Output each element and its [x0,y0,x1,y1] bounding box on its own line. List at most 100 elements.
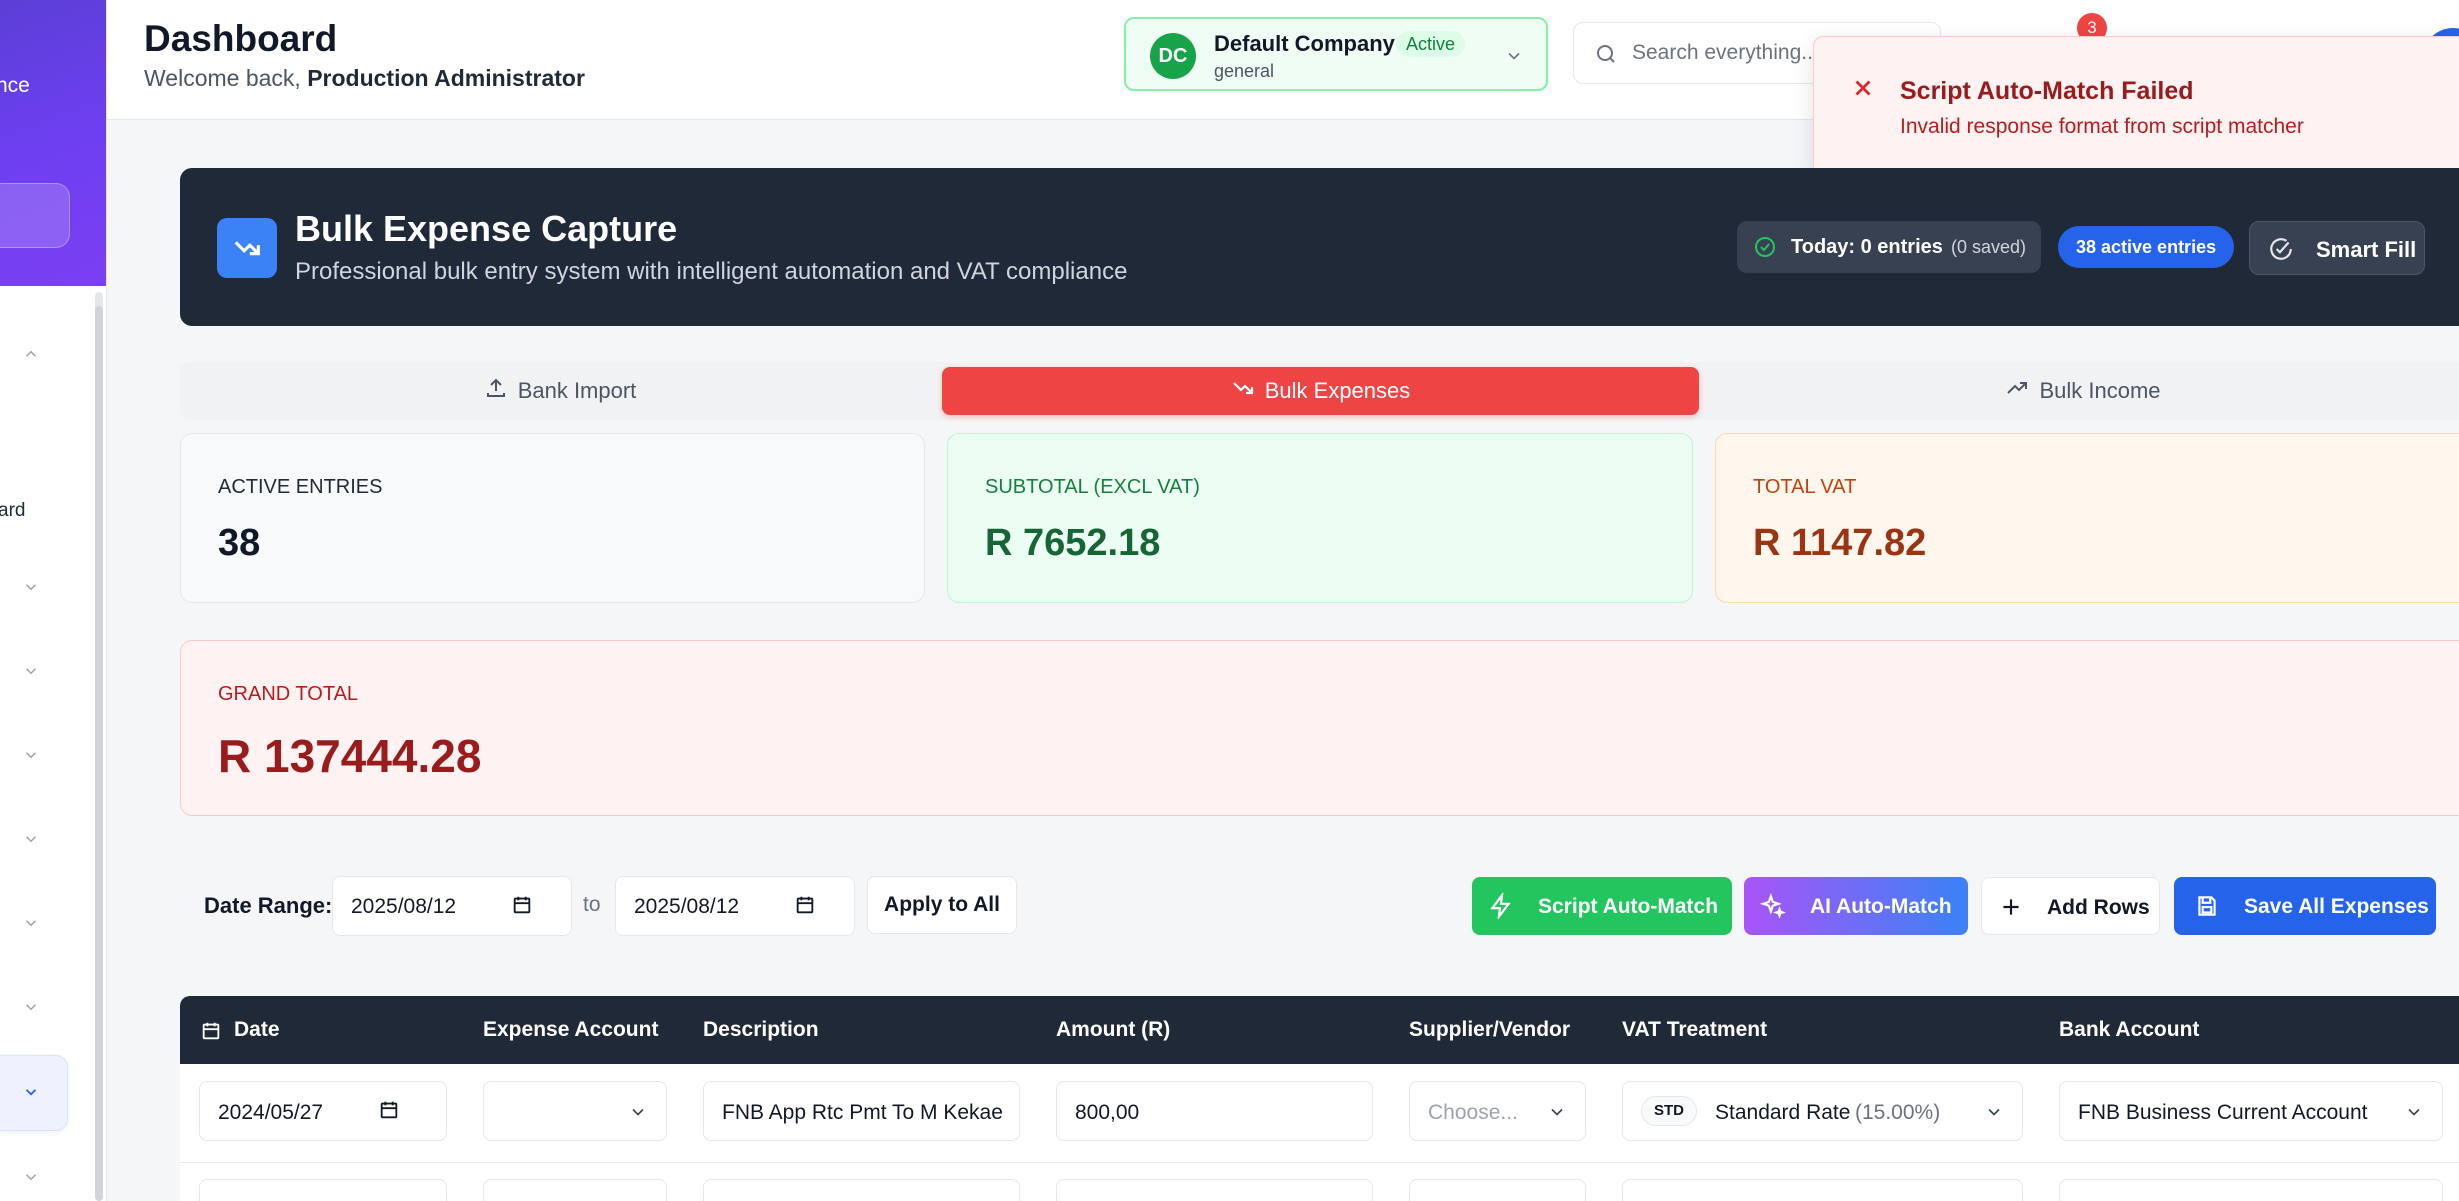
column-header-vat-treatment: VAT Treatment [1622,1018,1768,1041]
banner-subtitle: Professional bulk entry system with inte… [295,258,1128,285]
date-range-label: Date Range: [204,893,333,918]
cell-value: FNB App Rtc Pmt To M Kekae [722,1101,1003,1124]
chevron-down-icon[interactable] [22,914,40,932]
chevron-down-icon [628,1102,648,1122]
stat-label: SUBTOTAL (EXCL VAT) [985,476,1200,498]
error-toast: Script Auto-Match Failed Invalid respons… [1813,36,2459,180]
tab-bulk-income[interactable]: Bulk Income [1701,367,2459,415]
today-saved-count: (0 saved) [1951,237,2027,257]
company-type: general [1214,61,1275,81]
vat-treatment-select[interactable] [1622,1179,2023,1201]
tab-label: Bulk Expenses [1264,378,1411,403]
chevron-down-icon[interactable] [22,830,40,848]
script-auto-match-button[interactable]: Script Auto-Match [1472,877,1732,935]
banner-title: Bulk Expense Capture [295,208,678,249]
close-icon[interactable] [1850,75,1876,101]
toast-title: Script Auto-Match Failed [1900,77,2194,105]
description-input[interactable]: FNB App Rtc Pmt To M Kekae [703,1081,1020,1141]
table-header: Date Expense Account Description Amount … [180,996,2459,1064]
date-range-separator: to [583,893,601,916]
chevron-down-icon[interactable] [22,578,40,596]
chevron-down-icon [1984,1102,2004,1122]
sidebar-company-switcher[interactable] [0,183,70,248]
save-icon [2194,893,2220,925]
date-from-field[interactable]: 2025/08/12 [332,876,572,936]
button-label: AI Auto-Match [1810,895,1952,918]
cell-value: FNB Business Current Account [2078,1101,2368,1124]
company-name: Default Company [1214,31,1395,56]
sidebar-brand: nce [0,74,30,97]
bank-account-select[interactable]: FNB Business Current Account [2059,1081,2443,1141]
check-circle-icon [1753,235,1777,259]
ai-auto-match-button[interactable]: AI Auto-Match [1744,877,1968,935]
calendar-icon[interactable] [511,894,533,916]
date-input[interactable]: 2024/05/27 [199,1081,447,1141]
amount-input[interactable]: 800,00 [1056,1081,1373,1141]
stat-value: 38 [218,522,261,564]
mode-tabs: Bank Import Bulk Expenses Bulk Income [180,362,2459,420]
user-name: Production Administrator [307,65,585,91]
welcome-prefix: Welcome back, [144,65,308,91]
date-value: 2025/08/12 [634,895,740,918]
button-label: Save All Expenses [2244,895,2429,918]
active-entries-badge: 38 active entries [2058,226,2235,268]
add-rows-button[interactable]: Add Rows [1981,877,2160,935]
cell-value: 2024/05/27 [218,1101,324,1124]
smart-fill-button[interactable]: Smart Fill [2249,221,2425,275]
date-value: 2025/08/12 [351,895,457,918]
chevron-down-icon [1547,1102,1567,1122]
search-icon [1594,42,1618,66]
smart-fill-label: Smart Fill [2316,237,2417,262]
stat-card-total-vat: TOTAL VAT R 1147.82 [1715,433,2459,603]
sidebar-item-dashboard[interactable]: ard [0,500,25,522]
description-input[interactable] [703,1179,1020,1201]
calendar-icon[interactable] [794,894,816,916]
plus-icon [1998,894,2024,926]
supplier-placeholder: Choose... [1428,1101,1518,1124]
chevron-down-icon[interactable] [22,998,40,1016]
column-header-expense-account: Expense Account [483,1018,659,1041]
toast-message: Invalid response format from script matc… [1900,115,2304,138]
bank-account-select[interactable] [2059,1179,2443,1201]
date-input[interactable] [199,1179,447,1201]
stat-value: R 7652.18 [985,522,1161,564]
company-selector[interactable]: DC Default Company Active general [1124,17,1548,91]
sidebar-scrollbar-thumb[interactable] [95,306,103,1201]
stat-card-active-entries: ACTIVE ENTRIES 38 [180,433,925,603]
calendar-icon[interactable] [378,1099,400,1121]
chevron-down-icon[interactable] [22,1083,40,1101]
stat-value: R 137444.28 [218,730,482,782]
supplier-select[interactable] [1409,1179,1586,1201]
trending-down-icon [1231,376,1255,406]
expense-account-select[interactable] [483,1081,667,1141]
tab-bulk-expenses[interactable]: Bulk Expenses [942,367,1699,415]
tab-label: Bulk Income [2039,378,2161,403]
date-to-field[interactable]: 2025/08/12 [615,876,855,936]
amount-input[interactable] [1056,1179,1373,1201]
today-entries-badge: Today: 0 entries (0 saved) [1737,221,2041,273]
apply-to-all-button[interactable]: Apply to All [867,876,1017,934]
button-label: Script Auto-Match [1538,895,1719,918]
chevron-down-icon [1504,46,1524,66]
page-title: Dashboard [144,18,338,59]
company-avatar: DC [1150,33,1196,79]
stat-label: TOTAL VAT [1753,476,1857,498]
expense-account-select[interactable] [483,1179,667,1201]
column-header-amount: Amount (R) [1056,1018,1171,1041]
vat-rate: (15.00%) [1855,1101,1941,1124]
chevron-down-icon[interactable] [22,1168,40,1186]
chevron-down-icon[interactable] [22,746,40,764]
calendar-icon [200,1020,222,1042]
sparkles-icon [1759,892,1786,925]
today-entries-label: Today: 0 entries [1791,236,1943,258]
supplier-select[interactable]: Choose... [1409,1081,1586,1141]
column-header-date: Date [234,1018,280,1041]
tab-bank-import[interactable]: Bank Import [180,367,940,415]
chevron-down-icon[interactable] [22,662,40,680]
save-all-expenses-button[interactable]: Save All Expenses [2174,877,2436,935]
chevron-down-icon [2404,1102,2424,1122]
stat-card-grand-total: GRAND TOTAL R 137444.28 [180,640,2459,816]
vat-name: Standard Rate [1715,1101,1851,1124]
vat-treatment-select[interactable]: STD Standard Rate (15.00%) [1622,1081,2023,1141]
chevron-up-icon[interactable] [22,345,40,363]
